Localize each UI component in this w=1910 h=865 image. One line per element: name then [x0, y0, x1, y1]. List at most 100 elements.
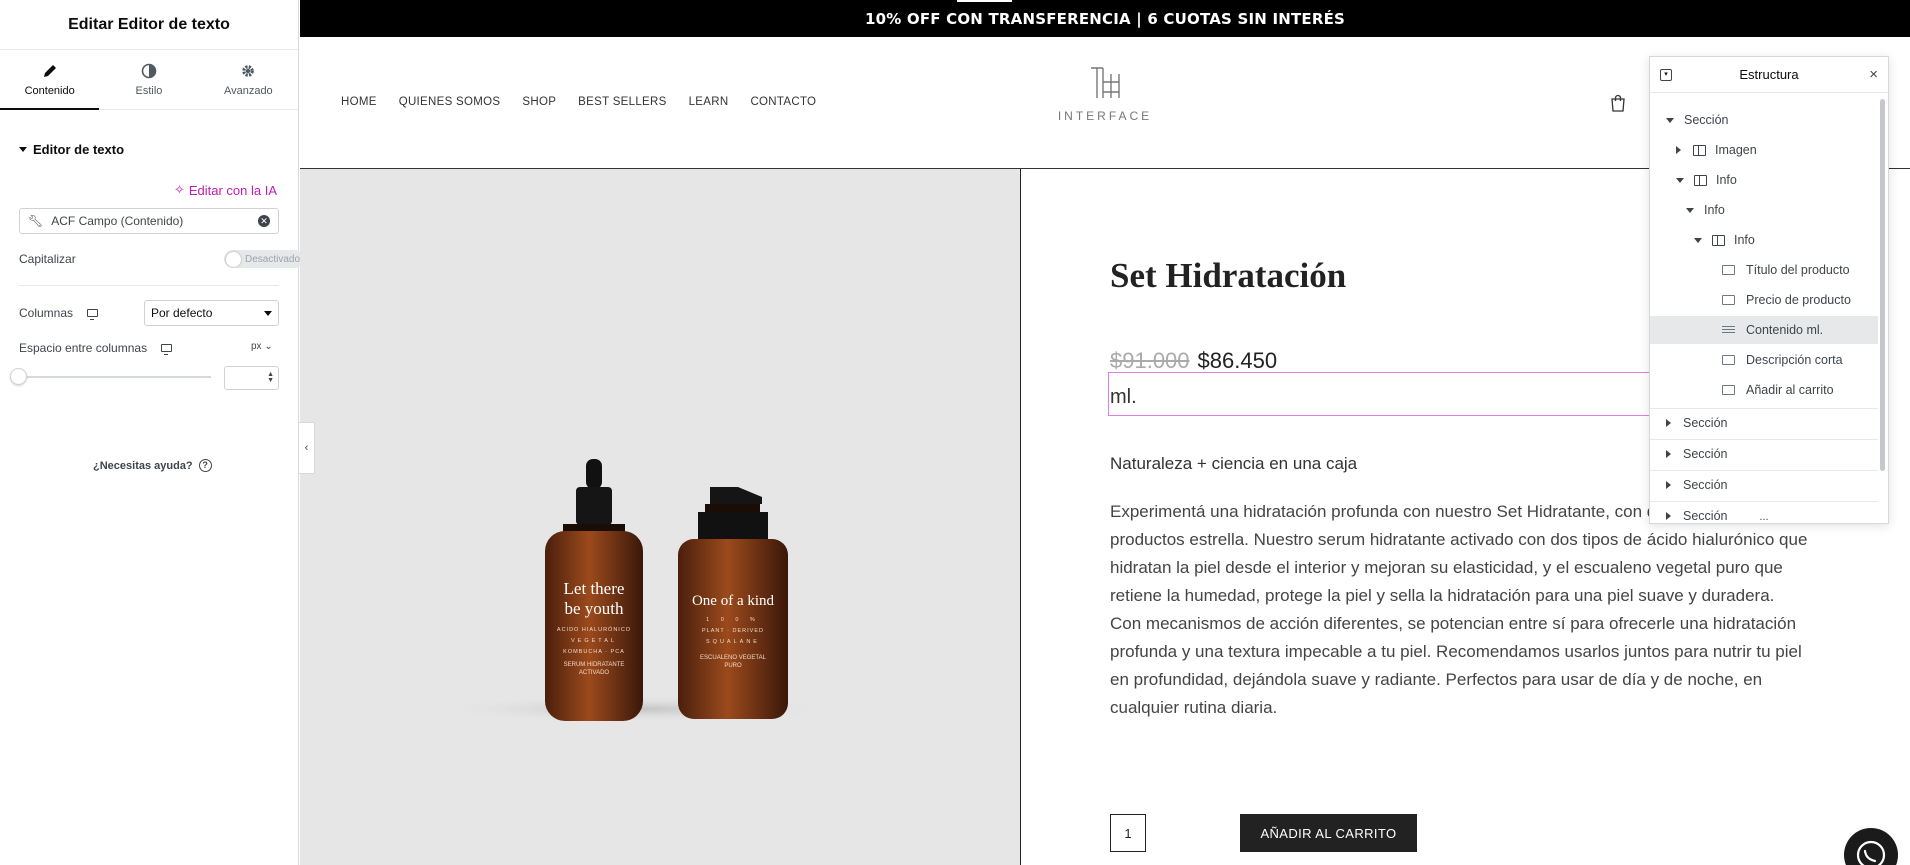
- bottle-left-bottom2: ACTIVADO: [579, 670, 610, 676]
- tab-style[interactable]: Estilo: [99, 50, 198, 109]
- tab-content[interactable]: Contenido: [0, 50, 100, 110]
- dynamic-tag-label: ACF Campo (Contenido): [51, 214, 184, 228]
- navigator-item[interactable]: Info: [1650, 196, 1878, 224]
- help-link[interactable]: ¿Necesitas ayuda? ?: [93, 459, 212, 472]
- nav-quienes-somos[interactable]: QUIENES SOMOS: [399, 96, 501, 108]
- navigator-item-label: Sección: [1684, 113, 1729, 127]
- tab-content-label: Contenido: [24, 84, 75, 97]
- navigator-scrollbar[interactable]: [1880, 99, 1885, 471]
- columns-label: Columnas: [19, 306, 74, 320]
- columns-select[interactable]: Por defecto: [144, 300, 279, 326]
- stepper-icon[interactable]: ▲ ▼: [267, 371, 274, 384]
- nav-shop[interactable]: SHOP: [522, 96, 556, 108]
- whatsapp-icon: [1856, 840, 1886, 865]
- navigator-item[interactable]: Info: [1650, 166, 1878, 194]
- ai-link-label: Editar con la IA: [188, 182, 277, 198]
- caret-right-icon[interactable]: [1676, 146, 1681, 154]
- navigator-item[interactable]: Precio de producto: [1650, 286, 1878, 314]
- divider: [19, 285, 279, 286]
- edit-with-ai-link[interactable]: ✧ Editar con la IA: [174, 182, 277, 198]
- announcement-text: 10% OFF CON TRANSFERENCIA | 6 CUOTAS SIN…: [864, 9, 1346, 28]
- nav-learn[interactable]: LEARN: [689, 96, 729, 108]
- unit-select[interactable]: px ⌄: [251, 341, 273, 352]
- add-to-cart-button[interactable]: AÑADIR AL CARRITO: [1240, 814, 1417, 852]
- navigator-item[interactable]: Contenido ml.: [1650, 316, 1878, 344]
- caret-right-icon[interactable]: [1666, 449, 1671, 458]
- caret-down-icon[interactable]: [1694, 237, 1702, 243]
- chevron-left-icon: ‹: [304, 442, 309, 454]
- whatsapp-button[interactable]: [1844, 828, 1898, 865]
- nav-contacto[interactable]: CONTACTO: [750, 96, 816, 108]
- capitalize-toggle[interactable]: Desactivado: [224, 250, 304, 268]
- navigator-item[interactable]: Sección: [1650, 439, 1878, 467]
- navigator-item-label: Añadir al carrito: [1746, 383, 1834, 397]
- navigator-item[interactable]: Imagen: [1650, 136, 1878, 164]
- remove-tag-icon[interactable]: ✕: [258, 215, 270, 227]
- navigator-item-label: Imagen: [1715, 143, 1757, 157]
- section-toggle[interactable]: Editor de texto: [19, 142, 124, 157]
- navigator-item-label: Info: [1716, 173, 1737, 187]
- navigator-item[interactable]: Info: [1650, 226, 1878, 254]
- bottle-left-small1: ACIDO HIALURÓNICO: [557, 626, 631, 633]
- navigator-item[interactable]: Añadir al carrito: [1650, 376, 1878, 404]
- bottle-right-small2: PLANT · DERIVED: [702, 628, 764, 634]
- column-icon: [1694, 174, 1707, 186]
- minimize-icon[interactable]: ▾: [1660, 69, 1672, 81]
- tab-advanced[interactable]: Avanzado: [199, 50, 298, 109]
- caret-right-icon[interactable]: [1666, 480, 1671, 489]
- desktop-icon[interactable]: [87, 309, 99, 320]
- widget-title-icon: [1722, 265, 1735, 275]
- sparkle-icon: ✧: [173, 182, 185, 197]
- widget-price-icon: [1722, 295, 1735, 305]
- column-gap-slider[interactable]: [19, 376, 211, 378]
- navigator-item-label: Precio de producto: [1746, 293, 1851, 307]
- site-logo[interactable]: INTERFACE: [1055, 66, 1155, 123]
- caret-down-icon[interactable]: [1666, 117, 1674, 123]
- toggle-label: Desactivado: [245, 253, 301, 265]
- bottle-left-bottom1: SERUM HIDRATANTE: [564, 662, 625, 668]
- product-image: Let there be youth ACIDO HIALURÓNICO VEG…: [300, 169, 1021, 865]
- navigator-item[interactable]: Sección: [1650, 408, 1878, 436]
- old-price: $91.000: [1110, 348, 1190, 373]
- bottle-left-line2: be youth: [564, 599, 624, 618]
- nav-home[interactable]: HOME: [341, 96, 377, 108]
- pencil-icon: [43, 64, 56, 77]
- navigator-item[interactable]: Sección: [1650, 106, 1878, 134]
- collapse-panel-button[interactable]: ‹: [299, 422, 315, 474]
- content-ml: ml.: [1110, 386, 1137, 408]
- caret-right-icon[interactable]: [1666, 418, 1671, 427]
- caret-down-icon[interactable]: [1686, 207, 1694, 213]
- navigator-item-label: Info: [1704, 203, 1725, 217]
- bottle-right-small1: 1 0 0 %: [706, 617, 760, 623]
- chevron-down-icon: [264, 310, 272, 316]
- navigator-item[interactable]: Descripción corta: [1650, 346, 1878, 374]
- slider-handle[interactable]: [10, 368, 27, 385]
- navigator-item-label: Título del producto: [1746, 263, 1850, 277]
- desktop-icon[interactable]: [161, 344, 173, 355]
- nav-best-sellers[interactable]: BEST SELLERS: [578, 96, 666, 108]
- bottle-right-line1: One of a kind: [692, 593, 775, 609]
- capitalize-label: Capitalizar: [19, 252, 76, 266]
- cart-icon[interactable]: [1610, 94, 1626, 112]
- help-label: ¿Necesitas ayuda?: [93, 459, 193, 472]
- gear-icon: [242, 64, 255, 77]
- half-circle-icon: [141, 63, 157, 78]
- navigator-item-label: Sección: [1683, 477, 1728, 492]
- bottle-right-bottom2: PURO: [724, 663, 742, 669]
- navigator-item-label: Info: [1734, 233, 1755, 247]
- navigator-item[interactable]: Sección: [1650, 470, 1878, 498]
- panel-title: Editar Editor de texto: [0, 0, 298, 50]
- navigator-item[interactable]: Título del producto: [1650, 256, 1878, 284]
- dynamic-tag-field[interactable]: 🔧︎ ACF Campo (Contenido) ✕: [19, 208, 279, 234]
- column-gap-control-label: Espacio entre columnas: [19, 341, 173, 355]
- tab-style-label: Estilo: [135, 84, 163, 97]
- toggle-knob: [226, 251, 241, 267]
- current-price: $86.450: [1197, 348, 1278, 373]
- close-icon[interactable]: ×: [1869, 66, 1878, 83]
- product-bottles-image: Let there be youth ACIDO HIALURÓNICO VEG…: [425, 459, 845, 723]
- navigator-more[interactable]: ...: [1650, 511, 1878, 523]
- navigator-item-label: Sección: [1683, 446, 1728, 461]
- quantity-input[interactable]: 1: [1110, 814, 1146, 852]
- column-gap-input[interactable]: ▲ ▼: [224, 366, 279, 390]
- caret-down-icon[interactable]: [1676, 177, 1684, 183]
